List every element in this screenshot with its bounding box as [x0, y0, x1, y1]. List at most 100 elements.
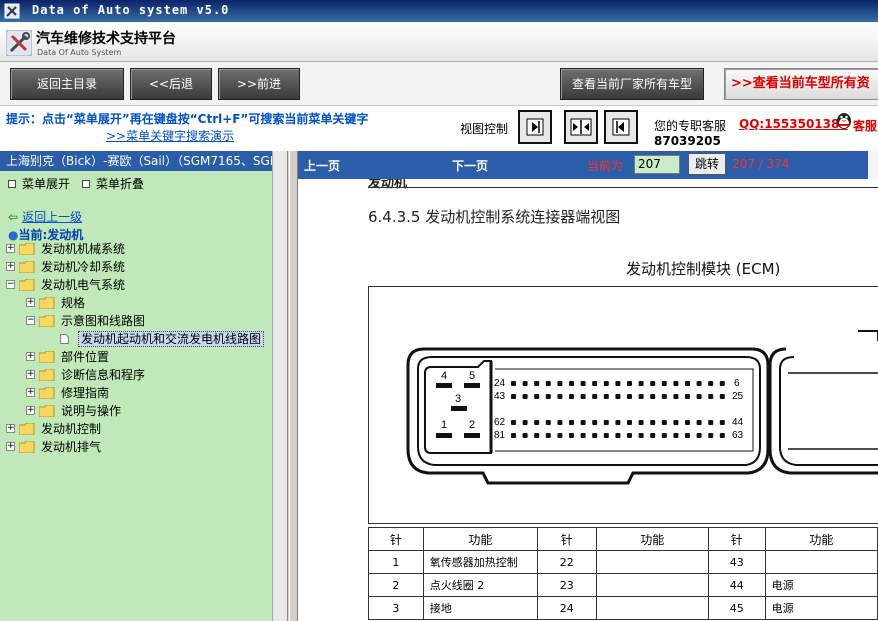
- table-row: 3 接地 24 45 电源: [368, 596, 878, 620]
- qq-link[interactable]: QQ:1553501388: [739, 117, 848, 131]
- tree-item[interactable]: + 规格: [26, 295, 85, 312]
- pin-label-24: 24: [494, 378, 506, 389]
- tree-item[interactable]: + 诊断信息和程序: [26, 367, 145, 384]
- table-cell: 43: [707, 550, 766, 574]
- signal-pin: [603, 381, 609, 386]
- tree-item-label: 发动机排气: [41, 440, 102, 454]
- plus-expander-icon[interactable]: +: [26, 388, 35, 397]
- ecm-connector-diagram: 4 5 3 1 2 24 43 6 25 62 81 44 63: [406, 330, 878, 485]
- tree-item[interactable]: + 部件位置: [26, 349, 109, 366]
- second-connector-latch: [858, 330, 878, 341]
- pager-edge: [868, 151, 878, 179]
- minus-expander-icon[interactable]: −: [6, 280, 15, 289]
- sidebar: 上海别克（Bick）-赛欧（Sail）（SGM7165、SGM 菜单展开 菜单折…: [0, 151, 288, 621]
- home-button[interactable]: 返回主目录: [10, 68, 124, 100]
- pin-label-2: 2: [469, 419, 475, 431]
- pin-label-62: 62: [494, 417, 506, 428]
- signal-pin: [557, 420, 563, 425]
- view-split-button[interactable]: [564, 110, 598, 144]
- forward-button[interactable]: >>前进: [218, 68, 300, 100]
- plus-expander-icon[interactable]: +: [26, 406, 35, 415]
- signal-pin: [696, 394, 702, 399]
- table-cell: 44: [707, 573, 766, 597]
- app-subtitle: Data Of Auto System: [37, 48, 122, 57]
- sidebar-scrollbar[interactable]: [272, 151, 287, 621]
- view-expand-left-button[interactable]: [604, 110, 638, 144]
- signal-pin: [685, 394, 690, 399]
- tree-item[interactable]: + 修理指南: [26, 385, 109, 402]
- app-header: 汽车维修技术支持平台 Data Of Auto System: [0, 22, 878, 62]
- double-chevron-icon: >>: [731, 76, 753, 91]
- hint-bar: 提示：点击“菜单展开”再在键盘按“Ctrl+F”可搜索当前菜单关键字 >>菜单关…: [0, 106, 878, 151]
- plus-expander-icon[interactable]: +: [6, 262, 15, 271]
- view-control-label: 视图控制: [460, 122, 509, 136]
- tree-item[interactable]: 发动机起动机和交流发电机线路图: [46, 331, 265, 348]
- plus-expander-icon[interactable]: +: [26, 352, 35, 361]
- jump-button[interactable]: 跳转: [688, 153, 726, 175]
- next-page-link[interactable]: 下一页: [452, 157, 488, 174]
- tree-item[interactable]: + 说明与操作: [26, 403, 121, 420]
- signal-pin: [569, 420, 574, 425]
- back-up-level-label: 返回上一级: [22, 210, 83, 224]
- tree-item[interactable]: + 发动机控制: [6, 421, 101, 438]
- app-tools-icon: [4, 3, 20, 19]
- tree-item[interactable]: − 示意图和线路图: [26, 313, 145, 330]
- signal-pin: [661, 420, 667, 425]
- signal-pin: [615, 420, 621, 425]
- tree-item-label: 示意图和线路图: [61, 314, 146, 328]
- app-name: 汽车维修技术支持平台: [36, 31, 176, 47]
- menu-expand-label: 菜单展开: [22, 177, 71, 191]
- table-header-cell: 功能: [764, 527, 878, 551]
- tree-item[interactable]: + 发动机排气: [6, 439, 101, 456]
- signal-pin: [569, 381, 574, 386]
- table-cell: 45: [707, 596, 766, 620]
- collapse-square-icon: [82, 179, 90, 188]
- tree-item[interactable]: + 发动机冷却系统: [6, 259, 125, 276]
- pin-2: [464, 433, 480, 438]
- plus-expander-icon[interactable]: +: [26, 370, 35, 379]
- back-up-level-link[interactable]: ⇦ 返回上一级: [8, 208, 82, 225]
- second-connector-outline: [768, 347, 878, 475]
- tree-item-label: 发动机控制: [41, 422, 102, 436]
- pin-label-6: 6: [734, 378, 740, 389]
- signal-pin: [627, 433, 632, 438]
- signal-pin: [685, 420, 690, 425]
- vendor-models-button[interactable]: 查看当前厂家所有车型: [560, 68, 704, 100]
- pin-label-63: 63: [732, 430, 744, 441]
- signal-pin: [545, 381, 551, 386]
- back-button[interactable]: <<后退: [130, 68, 212, 100]
- signal-pin: [615, 394, 621, 399]
- table-cell: 24: [536, 596, 597, 620]
- plus-expander-icon[interactable]: +: [26, 298, 35, 307]
- wrench-screwdriver-icon: [6, 30, 32, 56]
- tree-item-label: 发动机电气系统: [41, 278, 126, 292]
- signal-pin: [673, 394, 679, 399]
- view-expand-right-button[interactable]: [518, 110, 552, 144]
- folder-icon: [19, 242, 35, 255]
- menu-collapse-button[interactable]: 菜单折叠: [82, 175, 144, 192]
- prev-page-link[interactable]: 上一页: [304, 157, 340, 174]
- plus-expander-icon[interactable]: +: [6, 442, 15, 451]
- folder-icon: [19, 422, 35, 435]
- signal-pin: [557, 433, 563, 438]
- tree-item[interactable]: + 发动机机械系统: [6, 241, 125, 258]
- signal-pin: [673, 433, 679, 438]
- qq-penguin-icon[interactable]: [835, 110, 853, 130]
- search-demo-link[interactable]: >>菜单关键字搜索演示: [106, 127, 234, 144]
- page-number-input[interactable]: 207: [634, 155, 680, 174]
- service-phone: 87039205: [654, 134, 721, 148]
- tree-item[interactable]: − 发动机电气系统: [6, 277, 125, 294]
- panel-splitter[interactable]: [289, 151, 298, 621]
- model-data-button[interactable]: >>查看当前车型所有资: [724, 68, 878, 100]
- signal-pin: [719, 381, 725, 386]
- menu-expand-button[interactable]: 菜单展开: [8, 175, 70, 192]
- signal-pin: [685, 433, 690, 438]
- table-cell: 22: [536, 550, 597, 574]
- signal-pin: [534, 420, 540, 425]
- signal-pin: [708, 433, 714, 438]
- table-cell: [595, 550, 709, 574]
- minus-expander-icon[interactable]: −: [26, 316, 35, 325]
- plus-expander-icon[interactable]: +: [6, 244, 15, 253]
- plus-expander-icon[interactable]: +: [6, 424, 15, 433]
- table-cell: 电源: [764, 596, 878, 620]
